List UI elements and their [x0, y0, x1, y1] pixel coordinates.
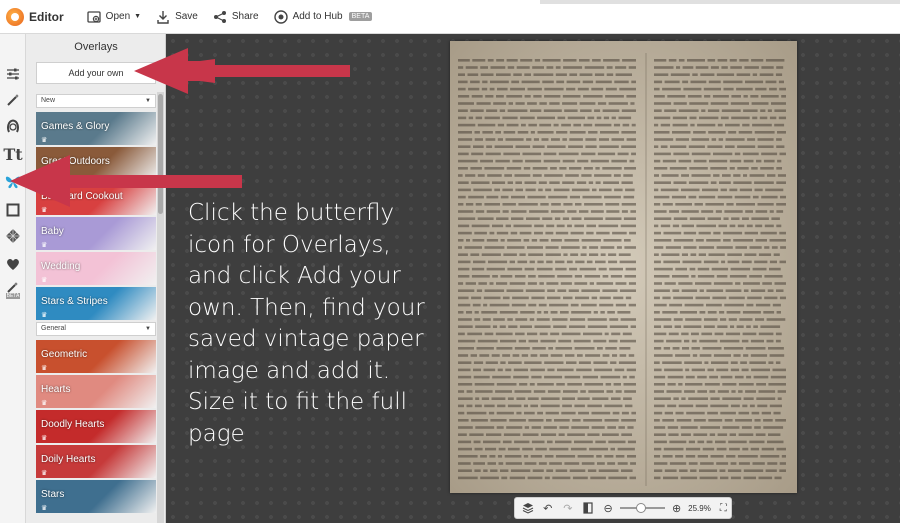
crown-icon: ♛	[41, 172, 48, 179]
open-icon	[87, 10, 101, 23]
overlay-category-tile[interactable]: Doily Hearts ♛	[36, 445, 156, 478]
zoom-slider-knob[interactable]	[636, 503, 647, 513]
overlay-category-tile[interactable]: Doodly Hearts ♛	[36, 410, 156, 443]
beta-tools-label: BETA	[5, 293, 21, 299]
heart-brush-icon[interactable]	[3, 254, 23, 274]
overlay-category-tile[interactable]: Stars ♛	[36, 480, 156, 513]
overlay-category-label: Wedding	[41, 261, 81, 272]
top-toolbar: Editor Open ▼ Save Share Add to Hub BETA	[0, 0, 900, 34]
crown-icon: ♛	[41, 242, 48, 249]
overlay-category-tile[interactable]: Backyard Cookout ♛	[36, 182, 156, 215]
sliders-icon[interactable]	[3, 64, 23, 84]
redo-icon[interactable]: ↷	[560, 500, 575, 516]
crown-icon: ♛	[41, 365, 48, 372]
crown-icon: ♛	[41, 137, 48, 144]
zoom-level: 25.9%	[688, 503, 711, 513]
overlay-category-label: Stars	[41, 489, 65, 500]
app-title: Editor	[29, 9, 64, 24]
open-button[interactable]: Open ▼	[86, 9, 141, 25]
open-label: Open	[105, 11, 131, 22]
overlay-category-tile[interactable]: Geometric ♛	[36, 340, 156, 373]
save-label: Save	[175, 11, 198, 22]
crown-icon: ♛	[41, 277, 48, 284]
picmonkey-logo-icon	[6, 7, 24, 26]
overlay-category-label: Backyard Cookout	[41, 191, 123, 202]
overlay-category-tile[interactable]: Wedding ♛	[36, 252, 156, 285]
filter-select-new-value: New	[41, 97, 56, 104]
save-button[interactable]: Save	[155, 9, 198, 25]
layers-icon[interactable]	[520, 500, 535, 516]
zoom-slider[interactable]	[619, 503, 666, 513]
overlay-category-tile[interactable]: Great Outdoors ♛	[36, 147, 156, 180]
panel-title: Overlays	[74, 41, 118, 53]
save-icon	[157, 10, 169, 24]
tool-icon-bar: Tt BETA	[0, 34, 26, 523]
overlay-category-label: Hearts	[41, 384, 71, 395]
overlay-category-label: Geometric	[41, 349, 88, 360]
text-icon[interactable]: Tt	[3, 144, 23, 164]
filter-select-general[interactable]: General ▼	[36, 322, 156, 336]
filter-select-general-value: General	[41, 325, 66, 332]
overlay-category-label: Games & Glory	[41, 121, 110, 132]
butterfly-icon[interactable]	[3, 172, 23, 192]
crown-icon: ♛	[41, 207, 48, 214]
crown-icon: ♛	[41, 400, 48, 407]
share-button[interactable]: Share	[212, 9, 259, 25]
chevron-down-icon: ▼	[134, 13, 142, 20]
crown-icon: ♛	[41, 470, 48, 477]
share-icon	[213, 10, 226, 23]
overlay-category-tile[interactable]: Hearts ♛	[36, 375, 156, 408]
overlay-category-label: Baby	[41, 226, 64, 237]
filter-select-new[interactable]: New ▼	[36, 94, 156, 108]
hub-label: Add to Hub	[292, 11, 343, 22]
instruction-text: Click the butterfly icon for Overlays, a…	[188, 200, 425, 447]
compare-icon[interactable]	[580, 500, 595, 516]
beta-badge: BETA	[348, 12, 373, 21]
overlay-category-label: Doodly Hearts	[41, 419, 105, 430]
undo-icon[interactable]: ↶	[540, 500, 555, 516]
hub-icon	[273, 9, 288, 24]
zoom-out-icon[interactable]: ⊖	[601, 500, 616, 516]
crown-icon: ♛	[41, 505, 48, 512]
crown-icon: ♛	[41, 312, 48, 319]
face-icon[interactable]	[3, 116, 23, 136]
chevron-down-icon: ▼	[145, 326, 151, 332]
magic-wand-icon[interactable]	[3, 90, 23, 110]
panel-scrollbar[interactable]	[157, 92, 164, 523]
add-to-hub-button[interactable]: Add to Hub BETA	[273, 9, 373, 25]
zoom-toolbar: ↶ ↷ ⊖ ⊕ 25.9% ⛶	[514, 497, 732, 519]
newspaper-text-texture	[450, 41, 797, 493]
texture-icon[interactable]	[3, 226, 23, 246]
overlay-category-tile[interactable]: Games & Glory ♛	[36, 112, 156, 145]
add-your-own-button[interactable]: Add your own	[36, 62, 156, 84]
frame-icon[interactable]	[3, 200, 23, 220]
share-label: Share	[231, 11, 259, 22]
crown-icon: ♛	[41, 435, 48, 442]
overlay-category-tile[interactable]: Baby ♛	[36, 217, 156, 250]
beta-tools-icon[interactable]: BETA	[3, 280, 23, 300]
vintage-paper-image	[450, 41, 797, 493]
chevron-down-icon: ▼	[145, 98, 151, 104]
overlay-category-label: Stars & Stripes	[41, 296, 108, 307]
overlay-category-tile[interactable]: Stars & Stripes ♛	[36, 287, 156, 320]
zoom-in-icon[interactable]: ⊕	[669, 500, 684, 516]
top-strip	[540, 0, 900, 4]
overlay-category-label: Great Outdoors	[41, 156, 110, 167]
overlay-category-label: Doily Hearts	[41, 454, 96, 465]
panel-scrollbar-thumb[interactable]	[158, 94, 163, 214]
fit-screen-icon[interactable]: ⛶	[716, 500, 731, 516]
overlays-panel: Overlays Add your own New ▼ Games & Glor…	[26, 34, 166, 523]
